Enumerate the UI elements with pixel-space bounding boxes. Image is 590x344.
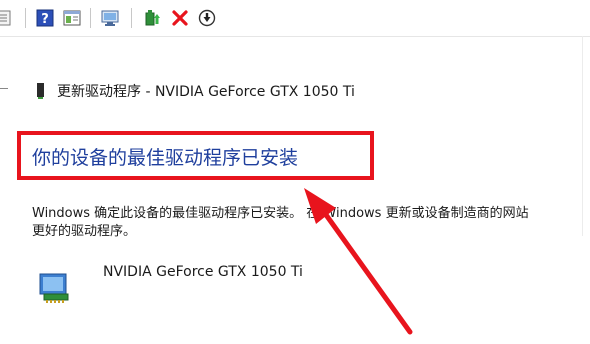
description-line: Windows 确定此设备的最佳驱动程序已安装。 在 Windows 更新或设备… <box>32 206 529 221</box>
uninstall-x-icon[interactable] <box>171 9 189 27</box>
graphics-card-icon <box>37 83 44 99</box>
toolbar-separator <box>131 8 132 28</box>
graphics-card-device-icon <box>39 273 69 303</box>
toolbar-separator <box>90 8 91 28</box>
back-arrow-icon[interactable] <box>0 88 8 89</box>
description: Windows 确定此设备的最佳驱动程序已安装。 在 Windows 更新或设备… <box>32 205 590 241</box>
svg-text:?: ? <box>41 12 49 27</box>
toolbar-separator <box>25 8 26 28</box>
properties-icon[interactable] <box>0 9 12 27</box>
view-icon[interactable] <box>63 9 81 27</box>
window-title: 更新驱动程序 - NVIDIA GeForce GTX 1050 Ti <box>57 84 355 100</box>
help-icon[interactable]: ? <box>36 9 54 27</box>
update-driver-icon[interactable] <box>143 9 161 27</box>
device-name: NVIDIA GeForce GTX 1050 Ti <box>103 264 303 280</box>
scan-hardware-icon[interactable] <box>101 9 119 27</box>
description-line: 更好的驱动程序。 <box>32 224 137 239</box>
annotation-highlight-box <box>17 131 374 180</box>
download-circle-icon[interactable] <box>198 9 216 27</box>
window-title-row: 更新驱动程序 - NVIDIA GeForce GTX 1050 Ti <box>36 80 355 102</box>
toolbar: ? <box>0 0 590 37</box>
